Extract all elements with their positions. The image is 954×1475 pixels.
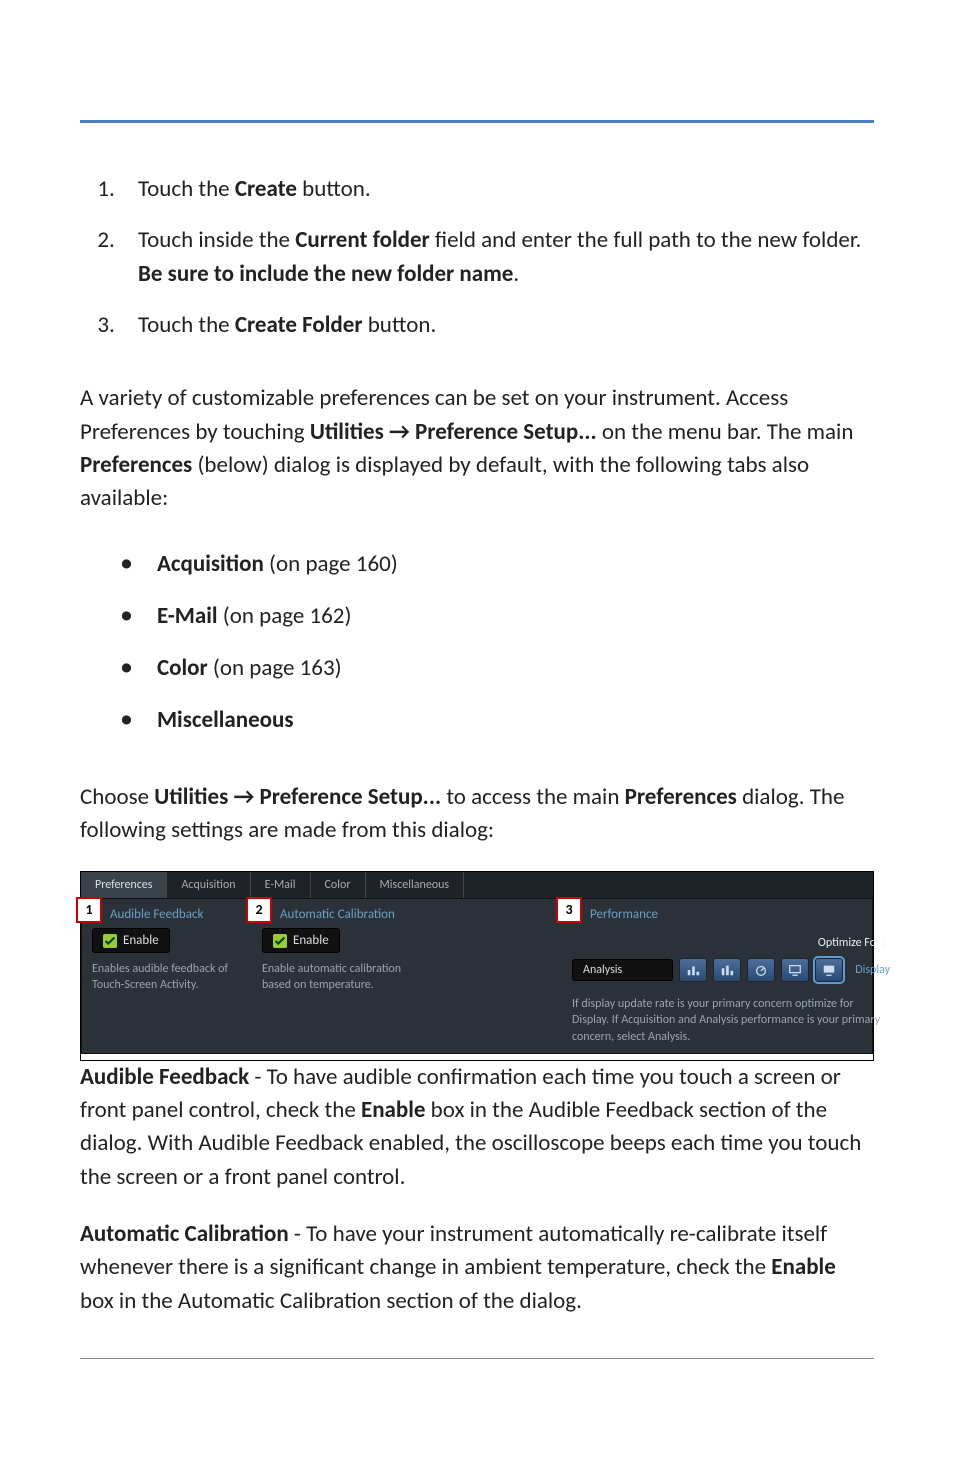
bullet-bold: Color: [157, 654, 208, 682]
step-text: Touch the: [138, 175, 235, 203]
analysis-select[interactable]: Analysis: [572, 959, 673, 981]
callout-3: 3: [556, 897, 582, 923]
tabs-bullet-list: Acquisition (on page 160) E-Mail (on pag…: [120, 540, 874, 741]
step-text: .: [513, 260, 519, 288]
audible-feedback-heading: Audible Feedback: [92, 903, 242, 928]
choose-bold: Preferences: [625, 783, 737, 811]
step-1: Touch the Create button.: [120, 173, 874, 206]
performance-heading: Performance: [572, 903, 890, 928]
check-icon: [273, 934, 287, 948]
autocal-bold: Automatic Calibration: [80, 1220, 289, 1248]
display-label: Display: [855, 963, 890, 977]
choose-text: to access the main: [441, 783, 625, 811]
bullet-bold: E-Mail: [157, 602, 218, 630]
slider-step-5[interactable]: [815, 958, 843, 982]
bullet-misc: Miscellaneous: [120, 696, 874, 740]
autocal-bold: Enable: [771, 1253, 836, 1281]
intro-text: on the menu bar. The main: [597, 418, 854, 446]
bullet-bold: Acquisition: [157, 550, 264, 578]
bullet-rest: (on page 160): [264, 550, 398, 578]
intro-paragraph: A variety of customizable preferences ca…: [80, 382, 874, 515]
tab-preferences[interactable]: Preferences: [81, 872, 167, 898]
bullet-acquisition: Acquisition (on page 160): [120, 540, 874, 584]
step-text: button.: [297, 175, 371, 203]
audible-bold: Enable: [361, 1096, 426, 1124]
step-bold: Be sure to include the new folder name: [138, 260, 513, 288]
step-text: button.: [363, 311, 437, 339]
bullet-rest: (on page 163): [208, 654, 342, 682]
autocal-desc: Enable automatic calibration based on te…: [262, 953, 412, 993]
choose-bold: Utilities → Preference Setup...: [154, 783, 441, 811]
step-text: Touch inside the: [138, 226, 295, 254]
choose-paragraph: Choose Utilities → Preference Setup... t…: [80, 781, 874, 848]
bullet-email: E-Mail (on page 162): [120, 592, 874, 636]
autocal-enable-checkbox[interactable]: Enable: [262, 928, 340, 953]
tab-miscellaneous[interactable]: Miscellaneous: [366, 872, 465, 898]
header-divider: [80, 120, 874, 123]
step-3: Touch the Create Folder button.: [120, 309, 874, 342]
tab-color[interactable]: Color: [311, 872, 366, 898]
tab-acquisition[interactable]: Acquisition: [167, 872, 250, 898]
slider-step-2[interactable]: [713, 958, 741, 982]
audible-bold: Audible Feedback: [80, 1063, 249, 1091]
slider-step-1[interactable]: [679, 958, 707, 982]
callout-1: 1: [76, 897, 102, 923]
autocal-text: box in the Automatic Calibration section…: [80, 1287, 582, 1315]
choose-text: Choose: [80, 783, 154, 811]
bullet-rest: (on page 162): [218, 602, 352, 630]
steps-list: Touch the Create button. Touch inside th…: [120, 173, 874, 342]
enable-label: Enable: [123, 933, 159, 948]
monitor-icon: [788, 963, 802, 977]
audible-enable-checkbox[interactable]: Enable: [92, 928, 170, 953]
bullet-color: Color (on page 163): [120, 644, 874, 688]
bar-chart-icon: [720, 963, 734, 977]
dialog-tabs: Preferences Acquisition E-Mail Color Mis…: [81, 872, 873, 898]
tab-email[interactable]: E-Mail: [251, 872, 311, 898]
step-text: Touch the: [138, 311, 235, 339]
step-bold: Create: [235, 175, 297, 203]
intro-bold: Preferences: [80, 451, 192, 479]
intro-bold: Utilities → Preference Setup...: [310, 418, 597, 446]
audible-desc: Enables audible feedback of Touch-Screen…: [92, 953, 242, 993]
autocal-paragraph: Automatic Calibration - To have your ins…: [80, 1218, 874, 1318]
check-icon: [103, 934, 117, 948]
preferences-dialog-screenshot: Preferences Acquisition E-Mail Color Mis…: [80, 871, 874, 1061]
optimize-label: Optimize For :: [572, 934, 890, 952]
step-2: Touch inside the Current folder field an…: [120, 224, 874, 291]
gauge-icon: [754, 963, 768, 977]
step-bold: Current folder: [295, 226, 430, 254]
step-text: field and enter the full path to the new…: [430, 226, 862, 254]
enable-label: Enable: [293, 933, 329, 948]
auto-calibration-heading: Automatic Calibration: [262, 903, 412, 928]
slider-step-3[interactable]: [747, 958, 775, 982]
monitor-filled-icon: [822, 963, 836, 977]
callout-2: 2: [246, 897, 272, 923]
bullet-bold: Miscellaneous: [157, 706, 294, 734]
audible-paragraph: Audible Feedback - To have audible confi…: [80, 1061, 874, 1194]
bar-chart-icon: [686, 963, 700, 977]
footer-divider: [80, 1358, 874, 1359]
performance-note: If display update rate is your primary c…: [572, 988, 890, 1045]
step-bold: Create Folder: [235, 311, 363, 339]
slider-step-4[interactable]: [781, 958, 809, 982]
